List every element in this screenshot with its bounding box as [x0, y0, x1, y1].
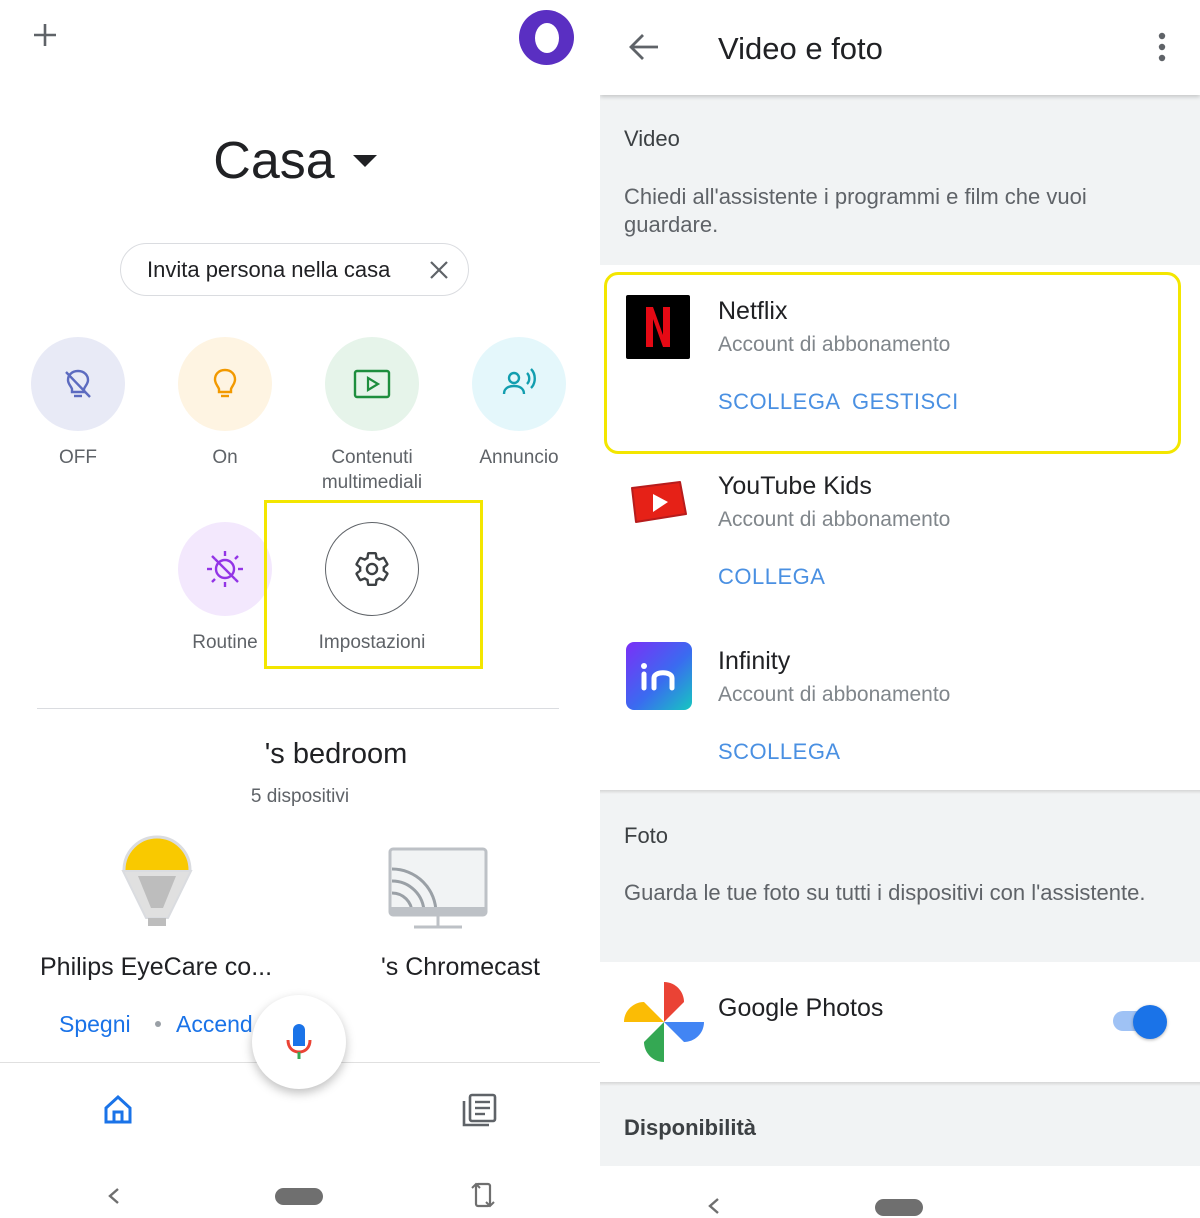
dropdown-caret-icon — [352, 155, 377, 168]
google-photos-label: Google Photos — [718, 994, 884, 1022]
video-heading: Video — [624, 126, 680, 151]
system-navigation — [600, 1166, 1200, 1218]
disconnect-infinity-button[interactable]: SCOLLEGA — [718, 739, 841, 765]
divider — [37, 708, 559, 709]
invite-chip-label: Invita persona nella casa — [147, 256, 391, 282]
service-name: Infinity — [718, 647, 791, 675]
chromecast-device-icon — [388, 847, 488, 929]
room-title: 's bedroom — [264, 738, 408, 770]
photo-heading: Foto — [624, 823, 669, 848]
play-media-icon — [325, 337, 419, 431]
action-off[interactable]: OFF — [8, 337, 148, 470]
device-name[interactable]: Philips EyeCare co... — [40, 953, 272, 982]
invite-person-chip[interactable]: Invita persona nella casa — [120, 243, 469, 296]
back-nav-icon[interactable] — [106, 1186, 122, 1206]
home-tab-icon[interactable] — [102, 1093, 134, 1125]
home-title: Casa — [213, 132, 335, 191]
turn-off-link[interactable]: Spegni — [59, 1011, 131, 1038]
lightbulb-icon — [178, 337, 272, 431]
device-name[interactable]: 's Chromecast — [381, 953, 540, 982]
room-device-count: 5 dispositivi — [250, 786, 350, 807]
account-avatar[interactable] — [519, 10, 574, 65]
availability-section-header: Disponibilità — [600, 1082, 1200, 1166]
action-announce[interactable]: Annuncio — [449, 337, 589, 470]
settings-highlight-frame — [264, 500, 483, 669]
rotate-icon[interactable] — [470, 1180, 496, 1210]
action-on[interactable]: On — [155, 337, 295, 470]
photo-section-header: Foto Guarda le tue foto su tutti i dispo… — [600, 790, 1200, 962]
service-subtitle: Account di abbonamento — [718, 683, 951, 706]
app-bar: Video e foto — [600, 0, 1200, 95]
toggle-thumb[interactable] — [1133, 1005, 1167, 1039]
feed-tab-icon[interactable] — [461, 1093, 497, 1127]
announce-icon — [472, 337, 566, 431]
microphone-icon — [286, 1024, 312, 1059]
video-photo-settings-screen: Video e foto Video Chiedi all'assistente… — [600, 0, 1200, 1218]
google-photos-row[interactable]: Google Photos — [600, 962, 1200, 1082]
video-section-header: Video Chiedi all'assistente i programmi … — [600, 95, 1200, 265]
photo-description: Guarda le tue foto su tutti i dispositiv… — [624, 880, 1146, 905]
close-icon[interactable] — [428, 259, 450, 281]
action-label: On — [212, 447, 238, 468]
assistant-mic-button[interactable] — [252, 995, 346, 1089]
video-description: Chiedi all'assistente i programmi e film… — [624, 184, 1087, 237]
turn-on-link[interactable]: Accend — [176, 1011, 253, 1038]
back-nav-icon[interactable] — [706, 1196, 722, 1216]
service-subtitle: Account di abbonamento — [718, 508, 951, 531]
add-icon[interactable] — [30, 20, 60, 50]
google-home-screen: Casa Invita persona nella casa OFF On Co… — [0, 0, 600, 1218]
routine-icon — [178, 522, 272, 616]
home-selector[interactable]: Casa — [0, 128, 600, 191]
google-photos-icon — [624, 982, 704, 1062]
youtube-kids-icon — [626, 470, 690, 534]
action-label: Contenuti multimediali — [321, 447, 423, 493]
netflix-highlight-frame — [604, 272, 1181, 454]
infinity-icon — [626, 642, 692, 710]
home-nav-pill[interactable] — [275, 1188, 323, 1205]
more-options-icon[interactable] — [1156, 32, 1168, 64]
separator-dot — [155, 1021, 161, 1027]
availability-heading: Disponibilità — [624, 1115, 756, 1140]
action-label: OFF — [59, 447, 97, 468]
system-navigation — [0, 1156, 600, 1218]
connect-youtube-kids-button[interactable]: COLLEGA — [718, 564, 825, 590]
page-title: Video e foto — [718, 31, 883, 66]
back-arrow-icon[interactable] — [628, 32, 660, 62]
lightbulb-off-icon — [31, 337, 125, 431]
lightbulb-device-icon — [121, 835, 193, 926]
home-nav-pill[interactable] — [875, 1199, 923, 1216]
action-label: Annuncio — [479, 447, 559, 468]
action-media[interactable]: Contenuti multimediali — [302, 337, 442, 495]
service-name: YouTube Kids — [718, 472, 872, 500]
